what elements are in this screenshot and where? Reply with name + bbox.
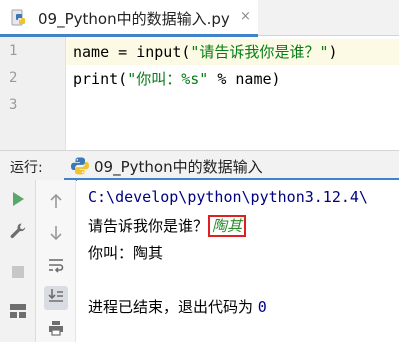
- code-editor[interactable]: 1 2 3 name = input("请告诉我你是谁？") print("你叫…: [0, 37, 399, 150]
- arrow-down-icon: [49, 225, 63, 245]
- wrench-icon: [9, 222, 27, 244]
- console-exit-text: 进程已结束，退出代码为: [88, 298, 258, 316]
- soft-wrap-icon: [48, 257, 64, 277]
- code-token: name: [73, 43, 110, 61]
- layout-button[interactable]: [6, 301, 30, 325]
- arrow-up-icon: [49, 193, 63, 213]
- code-token: % name): [208, 70, 281, 88]
- scroll-to-end-icon: [48, 288, 64, 308]
- editor-tab-bar: 09_Python中的数据输入.py ×: [0, 0, 399, 37]
- soft-wrap-button[interactable]: [44, 255, 68, 279]
- line-number: 1: [9, 43, 18, 59]
- console-output-line: 你叫：陶其: [88, 244, 164, 262]
- console-prompt-line: 请告诉我你是谁？ 陶其: [88, 215, 247, 237]
- run-console[interactable]: C:\develop\python\python3.12.4\ 请告诉我你是谁？…: [77, 180, 399, 342]
- run-icon: [11, 191, 25, 211]
- python-file-icon: [10, 9, 28, 31]
- run-config-tab[interactable]: 09_Python中的数据输入: [64, 151, 399, 181]
- code-token: input: [136, 43, 182, 61]
- code-line-2: print("你叫：%s" % name): [73, 68, 281, 89]
- down-stack-button[interactable]: [44, 223, 68, 247]
- code-token: print: [73, 70, 119, 88]
- line-number-gutter: 1 2 3: [0, 37, 66, 150]
- code-token: ): [328, 43, 338, 61]
- console-exit-code: 0: [257, 298, 267, 316]
- layout-icon: [9, 303, 27, 323]
- rerun-button[interactable]: [6, 189, 30, 213]
- stop-icon: [11, 264, 25, 283]
- run-tool-window-header: 运行: 09_Python中的数据输入: [0, 150, 399, 181]
- close-tab-icon[interactable]: ×: [240, 9, 251, 25]
- editor-tab[interactable]: 09_Python中的数据输入.py ×: [0, 0, 258, 37]
- console-prompt: 请告诉我你是谁？: [88, 217, 209, 235]
- code-string: "你叫：%s": [127, 70, 209, 88]
- code-token: =: [109, 43, 137, 61]
- settings-button[interactable]: [6, 221, 30, 245]
- run-console-toolbar: [36, 180, 76, 342]
- run-label: 运行:: [10, 160, 43, 176]
- code-token: (: [118, 70, 128, 88]
- line-number: 2: [9, 70, 18, 86]
- console-path-line: C:\develop\python\python3.12.4\: [88, 188, 368, 206]
- console-user-input: 陶其: [208, 215, 247, 237]
- up-stack-button[interactable]: [44, 191, 68, 215]
- stop-button[interactable]: [6, 261, 30, 285]
- code-string: "请告诉我你是谁？": [190, 43, 329, 61]
- code-line-1: name = input("请告诉我你是谁？"): [73, 41, 338, 62]
- scroll-to-end-button[interactable]: [44, 286, 68, 310]
- run-tab-title: 09_Python中的数据输入: [94, 158, 263, 176]
- line-number: 3: [9, 97, 18, 113]
- run-left-toolbar: [0, 180, 36, 342]
- console-exit-line: 进程已结束，退出代码为 0: [88, 296, 267, 317]
- print-button[interactable]: [44, 318, 68, 342]
- print-icon: [48, 320, 64, 340]
- python-logo-icon: [70, 156, 90, 180]
- editor-tab-title: 09_Python中的数据输入.py: [38, 10, 230, 28]
